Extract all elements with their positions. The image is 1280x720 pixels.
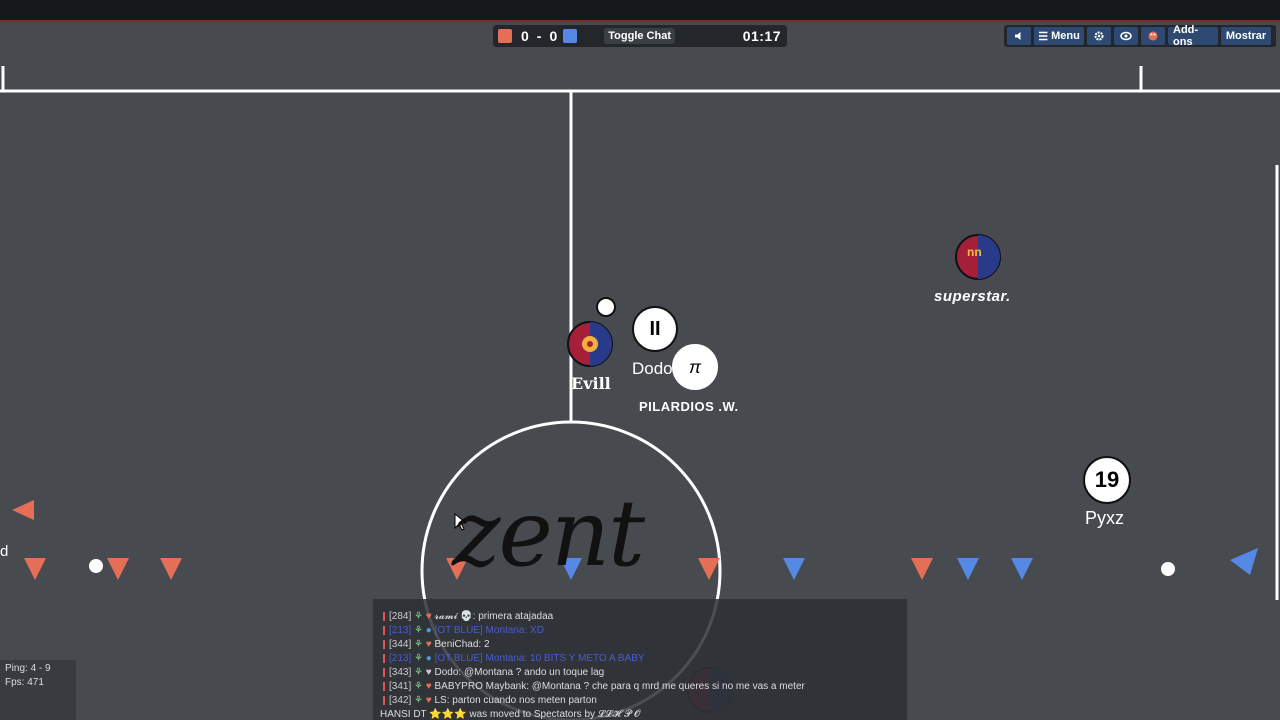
chat-line: [213] ⚘ ● [OT BLUE] Montana: 10 BITS Y M…	[383, 653, 645, 664]
pi-avatar: π	[688, 356, 702, 377]
score-bar: 0 - 0 Toggle Chat 01:17	[493, 25, 787, 47]
chat-line: [213] ⚘ ● [OT BLUE] Montana: XD	[383, 625, 544, 636]
blue-team-icon	[563, 29, 578, 43]
chat-system-line: HANSI DT ⭐⭐⭐ was moved to Spectators by …	[380, 709, 641, 720]
toggle-chat-button[interactable]: Toggle Chat	[604, 28, 675, 44]
player-superstar-avatar: nn	[967, 245, 982, 259]
pyxz-number: 19	[1094, 467, 1120, 492]
speaker-icon	[1015, 32, 1021, 40]
player-dodo-disc: II	[632, 306, 678, 352]
chat-line: [284] ⚘ ♥ 𝓻𝓪𝓶𝓲 💀: primera atajadaa	[383, 611, 553, 622]
match-timer: 01:17	[742, 28, 781, 44]
top-menu-bar: ☰ Menu Add-ons Mostrar	[1004, 24, 1276, 48]
menu-button[interactable]: ☰ Menu	[1034, 27, 1084, 45]
player-pilardios-name: PILARDIOS .W.	[639, 399, 739, 414]
chat-bar	[383, 667, 385, 677]
chat-line: [341] ⚘ ♥ BABYPRO Maybank: @Montana ? ch…	[383, 681, 805, 692]
player-evill-disc	[567, 321, 613, 367]
chat-bar	[383, 611, 385, 621]
mostrar-button[interactable]: Mostrar	[1221, 27, 1271, 45]
chat-bar	[383, 681, 385, 691]
palette-icon	[1148, 31, 1158, 41]
player-evill-name: Evill	[571, 374, 611, 393]
player-dodo-name: Dodo	[632, 359, 673, 378]
fps-readout: Fps: 471	[5, 677, 44, 688]
gear-icon	[1094, 31, 1104, 41]
player-left-cut-name: d	[0, 543, 9, 560]
red-team-icon	[498, 29, 512, 43]
hamburger-icon: ☰	[1038, 30, 1049, 43]
menu-label: Menu	[1051, 30, 1080, 42]
addons-button[interactable]: Add-ons	[1168, 24, 1218, 48]
red-direction-marker	[12, 500, 34, 520]
settings-button[interactable]	[1087, 27, 1111, 45]
chat-bar	[383, 653, 385, 663]
chat-line: [343] ⚘ ♥ Dodo: @Montana ? ando un toque…	[383, 667, 604, 678]
red-score: 0	[521, 28, 529, 44]
chat-bar	[383, 639, 385, 649]
chat-bar	[383, 625, 385, 635]
player-pilardios-disc: π	[672, 344, 718, 390]
top-strip	[0, 0, 1280, 22]
zent-overlay-text: zent	[452, 480, 645, 587]
chat-line: [342] ⚘ ♥ LS: parton cuando nos meten pa…	[383, 695, 597, 706]
pause-icon: II	[649, 317, 661, 340]
chat-line: [344] ⚘ ♥ BeniChad: 2	[383, 639, 490, 650]
chat-bar	[383, 695, 385, 705]
blue-markers	[560, 548, 1258, 580]
score-separator: -	[536, 28, 542, 44]
ping-readout: Ping: 4 - 9	[5, 663, 51, 674]
sound-button[interactable]	[1007, 27, 1031, 45]
view-button[interactable]	[1114, 27, 1138, 45]
chat-panel[interactable]: [284] ⚘ ♥ 𝓻𝓪𝓶𝓲 💀: primera atajadaa [213]…	[373, 599, 907, 720]
player-pyxz-disc: 19	[1083, 456, 1131, 504]
player-pyxz-name: Pyxz	[1085, 508, 1125, 528]
blue-score: 0	[549, 28, 558, 44]
game-ball	[596, 297, 616, 317]
ball-marker-left	[89, 559, 103, 573]
ball-marker-right	[1161, 562, 1175, 576]
network-stats: Ping: 4 - 9 Fps: 471	[0, 660, 76, 720]
palette-button[interactable]	[1141, 27, 1165, 45]
eye-icon	[1120, 31, 1132, 41]
player-superstar-name: superstar.	[934, 288, 1011, 305]
